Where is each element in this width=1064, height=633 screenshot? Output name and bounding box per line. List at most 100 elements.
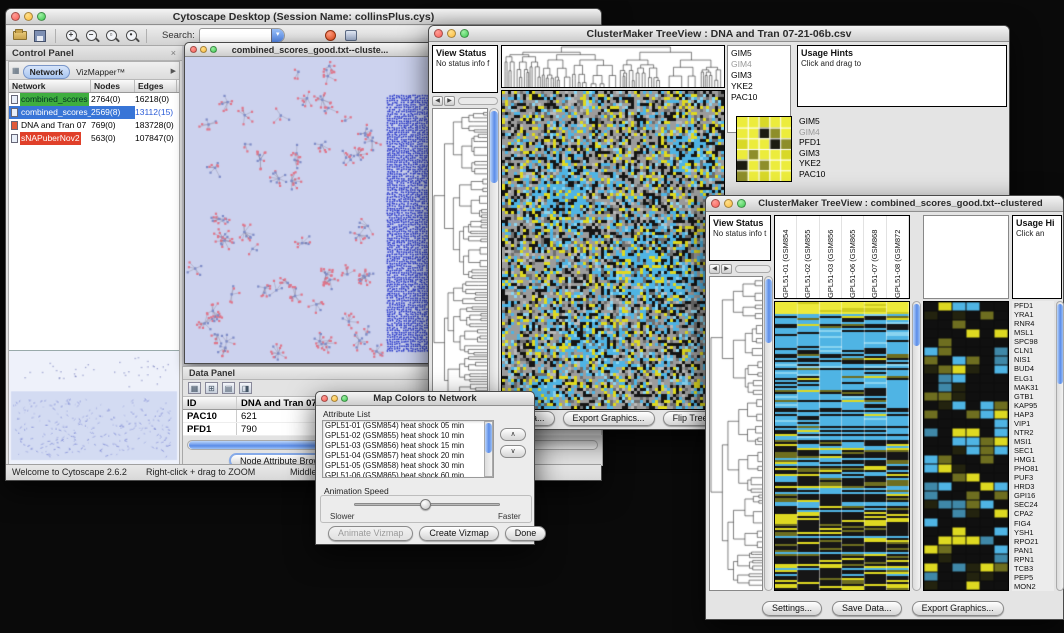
column-dendrogram[interactable] xyxy=(502,46,724,87)
column-header[interactable]: GPL51-06 (GSM865 xyxy=(842,216,864,298)
gene-label[interactable]: YSH1 xyxy=(1012,528,1054,537)
treeview-button[interactable]: Export Graphics... xyxy=(563,411,655,426)
scroll-left-icon[interactable]: ◀ xyxy=(432,96,443,106)
gene-label[interactable]: PEP5 xyxy=(1012,573,1054,582)
attribute-item[interactable]: GPL51-01 (GSM854) heat shock 05 min xyxy=(323,421,484,431)
overview-icon[interactable] xyxy=(343,28,359,43)
column-header[interactable]: GPL51-01 (GSM854 xyxy=(775,216,797,298)
create-attribute-icon[interactable]: ⊞ xyxy=(205,382,218,394)
gene-label[interactable]: RPN1 xyxy=(1012,555,1054,564)
close-button[interactable] xyxy=(190,46,197,53)
gene-label[interactable]: GPI16 xyxy=(1012,491,1054,500)
zoom-selected-icon[interactable]: • xyxy=(123,28,139,43)
gene-label[interactable]: ELG1 xyxy=(1012,374,1054,383)
vertical-scrollbar[interactable] xyxy=(1056,301,1064,591)
summary-heatmap[interactable] xyxy=(737,117,791,181)
speed-slider-thumb[interactable] xyxy=(420,499,431,510)
gene-label[interactable]: GTB1 xyxy=(1012,392,1054,401)
column-header[interactable]: GPL51-07 (GSM868 xyxy=(864,216,886,298)
move-up-button[interactable]: ∧ xyxy=(500,428,526,441)
col-edges[interactable]: Edges xyxy=(135,80,177,92)
secondary-heatmap[interactable] xyxy=(924,302,1008,590)
mini-scrollbar[interactable]: ◀ ▶ xyxy=(432,95,498,106)
scrollbar-thumb[interactable] xyxy=(913,304,920,346)
heatmap[interactable] xyxy=(775,302,909,590)
gene-label[interactable]: HRD3 xyxy=(1012,482,1054,491)
gene-label[interactable]: HAP3 xyxy=(1012,410,1054,419)
scroll-left-icon[interactable]: ◀ xyxy=(709,264,720,274)
search-combobox[interactable]: ▾ xyxy=(199,28,285,43)
zoom-in-icon[interactable]: + xyxy=(63,28,79,43)
attribute-item[interactable]: GPL51-02 (GSM855) heat shock 10 min xyxy=(323,431,484,441)
scrollbar-thumb[interactable] xyxy=(1057,304,1063,384)
chevron-right-icon[interactable]: ▶ xyxy=(171,67,176,75)
dialog-titlebar[interactable]: Map Colors to Network xyxy=(316,392,534,406)
col-id[interactable]: ID xyxy=(183,397,237,409)
table-row[interactable]: DNA and Tran 07 769(0) 183728(0) xyxy=(9,119,179,132)
gene-label[interactable]: SEC1 xyxy=(1012,446,1054,455)
search-input[interactable] xyxy=(200,31,271,41)
open-session-icon[interactable] xyxy=(12,28,28,43)
gene-label[interactable]: GIM4 xyxy=(728,59,790,70)
gene-label[interactable]: GIM3 xyxy=(797,148,847,159)
col-network[interactable]: Network xyxy=(9,80,91,92)
row-dendrogram[interactable] xyxy=(433,109,487,407)
minimize-button[interactable] xyxy=(200,46,207,53)
vertical-scrollbar[interactable] xyxy=(484,421,493,477)
gene-label[interactable]: YKE2 xyxy=(728,81,790,92)
gene-label[interactable]: SPC98 xyxy=(1012,337,1054,346)
attribute-item[interactable]: GPL51-04 (GSM857) heat shock 20 min xyxy=(323,451,484,461)
gene-label[interactable]: YKE2 xyxy=(797,158,847,169)
treeview-button[interactable]: Export Graphics... xyxy=(912,601,1004,616)
network-canvas[interactable] xyxy=(185,57,435,363)
delete-attribute-icon[interactable]: ◨ xyxy=(239,382,252,394)
gene-label[interactable]: NTR2 xyxy=(1012,428,1054,437)
gene-label[interactable]: PAN1 xyxy=(1012,546,1054,555)
close-button[interactable] xyxy=(11,12,20,21)
attribute-listbox[interactable]: GPL51-01 (GSM854) heat shock 05 minGPL51… xyxy=(322,420,494,478)
chevron-down-icon[interactable]: ▾ xyxy=(271,28,284,43)
minimize-button[interactable] xyxy=(447,29,456,38)
close-button[interactable] xyxy=(711,199,720,208)
gene-label[interactable]: GIM3 xyxy=(728,70,790,81)
attribute-item[interactable]: GPL51-05 (GSM858) heat shock 30 min xyxy=(323,461,484,471)
gene-label[interactable]: CLN1 xyxy=(1012,346,1054,355)
network-status-icon[interactable] xyxy=(323,28,339,43)
gene-label[interactable]: YRA1 xyxy=(1012,310,1054,319)
cytoscape-titlebar[interactable]: Cytoscape Desktop (Session Name: collins… xyxy=(6,9,601,25)
gene-label[interactable]: MSI1 xyxy=(1012,437,1054,446)
close-button[interactable] xyxy=(434,29,443,38)
scroll-track[interactable] xyxy=(735,265,771,273)
table-row[interactable]: sNAPuberNov2 563(0) 107847(0) xyxy=(9,132,179,145)
gene-label[interactable]: CPA2 xyxy=(1012,509,1054,518)
gene-label[interactable]: BUD4 xyxy=(1012,364,1054,373)
table-row[interactable]: combined_scores 2764(0) 16218(0) xyxy=(9,93,179,106)
gene-label[interactable]: PUF3 xyxy=(1012,473,1054,482)
table-row[interactable]: combined_scores_goo 2569(8) 13112(15) xyxy=(9,106,179,119)
gene-label[interactable]: PFD1 xyxy=(797,137,847,148)
gene-label[interactable]: VIP1 xyxy=(1012,419,1054,428)
scrollbar-thumb[interactable] xyxy=(490,111,498,183)
gene-label[interactable]: MAK31 xyxy=(1012,383,1054,392)
save-session-icon[interactable] xyxy=(32,28,48,43)
zoom-out-icon[interactable]: − xyxy=(83,28,99,43)
close-icon[interactable]: × xyxy=(171,48,176,58)
network-view-titlebar[interactable]: combined_scores_good.txt--cluste... xyxy=(185,43,435,57)
mini-scrollbar[interactable]: ◀ ▶ xyxy=(709,263,771,274)
move-down-button[interactable]: ∨ xyxy=(500,445,526,458)
gene-label[interactable]: HMG1 xyxy=(1012,455,1054,464)
gene-label[interactable]: PAC10 xyxy=(797,169,847,180)
gene-label[interactable]: NIS1 xyxy=(1012,355,1054,364)
gene-label[interactable]: MSL1 xyxy=(1012,328,1054,337)
heatmap[interactable] xyxy=(502,91,724,409)
dialog-button[interactable]: Create Vizmap xyxy=(419,526,498,541)
birdseye-view[interactable] xyxy=(9,350,179,464)
tab-network[interactable]: VizMapper™ xyxy=(70,66,131,78)
scrollbar-thumb[interactable] xyxy=(485,423,492,453)
attribute-item[interactable]: GPL51-06 (GSM865) heat shock 60 min xyxy=(323,471,484,478)
zoom-button[interactable] xyxy=(37,12,46,21)
row-dendrogram[interactable] xyxy=(710,277,762,590)
gene-label[interactable]: RPO21 xyxy=(1012,537,1054,546)
col-nodes[interactable]: Nodes xyxy=(91,80,135,92)
scrollbar-thumb[interactable] xyxy=(765,279,772,343)
